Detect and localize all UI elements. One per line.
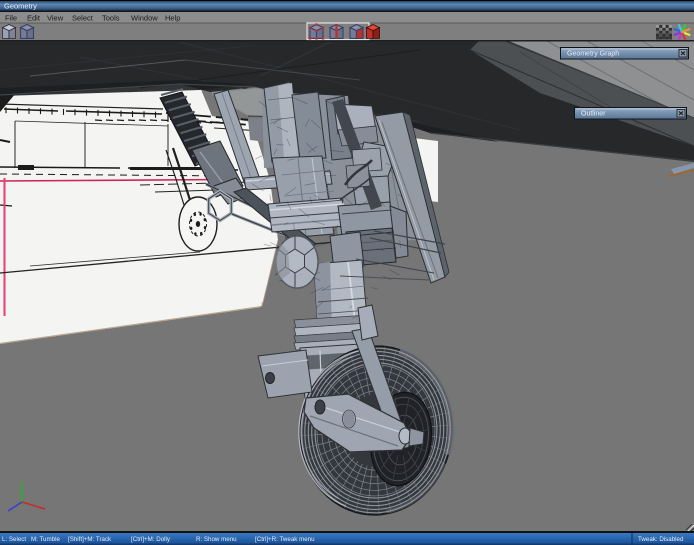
svg-text:L: Select: L: Select [2,536,26,543]
svg-text:Window: Window [131,14,158,23]
svg-text:Tools: Tools [102,14,120,23]
svg-text:[Ctrl]+M: Dolly: [Ctrl]+M: Dolly [131,536,171,543]
svg-text:Outliner: Outliner [581,111,606,118]
svg-text:Geometry Graph: Geometry Graph [567,51,619,58]
svg-text:Select: Select [72,14,94,23]
svg-text:Help: Help [165,14,180,23]
svg-text:[Shift]+M: Track: [Shift]+M: Track [68,536,112,543]
svg-text:Edit: Edit [27,14,41,23]
svg-text:File: File [5,14,17,23]
svg-text:R: Show menu: R: Show menu [196,536,237,543]
svg-text:Geometry: Geometry [4,2,37,11]
svg-text:View: View [47,14,64,23]
svg-text:Tweak: Disabled: Tweak: Disabled [638,536,684,543]
svg-text:M: Tumble: M: Tumble [31,536,60,543]
svg-text:[Ctrl]+R: Tweak menu: [Ctrl]+R: Tweak menu [255,536,315,543]
